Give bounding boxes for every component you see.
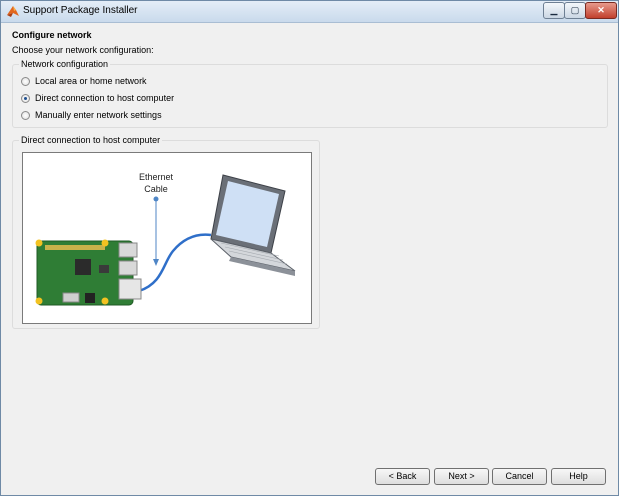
minimize-button[interactable]: ▁ [543, 2, 565, 19]
diagram-canvas: Ethernet Cable [35, 172, 296, 306]
radio-label[interactable]: Local area or home network [35, 76, 147, 86]
instruction-text: Choose your network configuration: [12, 45, 154, 55]
pointer-arrow-icon [153, 196, 159, 266]
window-title: Support Package Installer [23, 5, 138, 16]
maximize-button[interactable]: ▢ [564, 2, 586, 19]
radio-label[interactable]: Manually enter network settings [35, 110, 162, 120]
connection-diagram: Ethernet Cable [22, 152, 312, 324]
laptop-icon [210, 174, 296, 276]
radio-button-icon[interactable] [21, 111, 30, 120]
close-button[interactable]: ✕ [585, 2, 617, 19]
installer-window: Support Package Installer ▁ ▢ ✕ Configur… [0, 0, 619, 496]
network-configuration-group: Network configuration Local area or home… [12, 59, 608, 128]
next-button[interactable]: Next > [434, 468, 489, 485]
radio-button-selected-icon[interactable] [21, 94, 30, 103]
ethernet-label-line2: Cable [144, 184, 168, 194]
cancel-button[interactable]: Cancel [492, 468, 547, 485]
raspberry-pi-board-icon [35, 239, 142, 306]
title-bar[interactable]: Support Package Installer ▁ ▢ ✕ [1, 1, 618, 23]
back-button[interactable]: < Back [375, 468, 430, 485]
radio-button-icon[interactable] [21, 77, 30, 86]
group-legend: Network configuration [19, 59, 111, 69]
group-legend: Direct connection to host computer [19, 135, 163, 145]
ethernet-label-line1: Ethernet [139, 172, 174, 182]
matlab-logo-icon [7, 6, 19, 17]
page-heading: Configure network [12, 30, 92, 40]
direct-connection-group: Direct connection to host computer Ether… [12, 135, 320, 329]
help-button[interactable]: Help [551, 468, 606, 485]
radio-label[interactable]: Direct connection to host computer [35, 93, 174, 103]
ethernet-cable-icon [138, 233, 212, 293]
